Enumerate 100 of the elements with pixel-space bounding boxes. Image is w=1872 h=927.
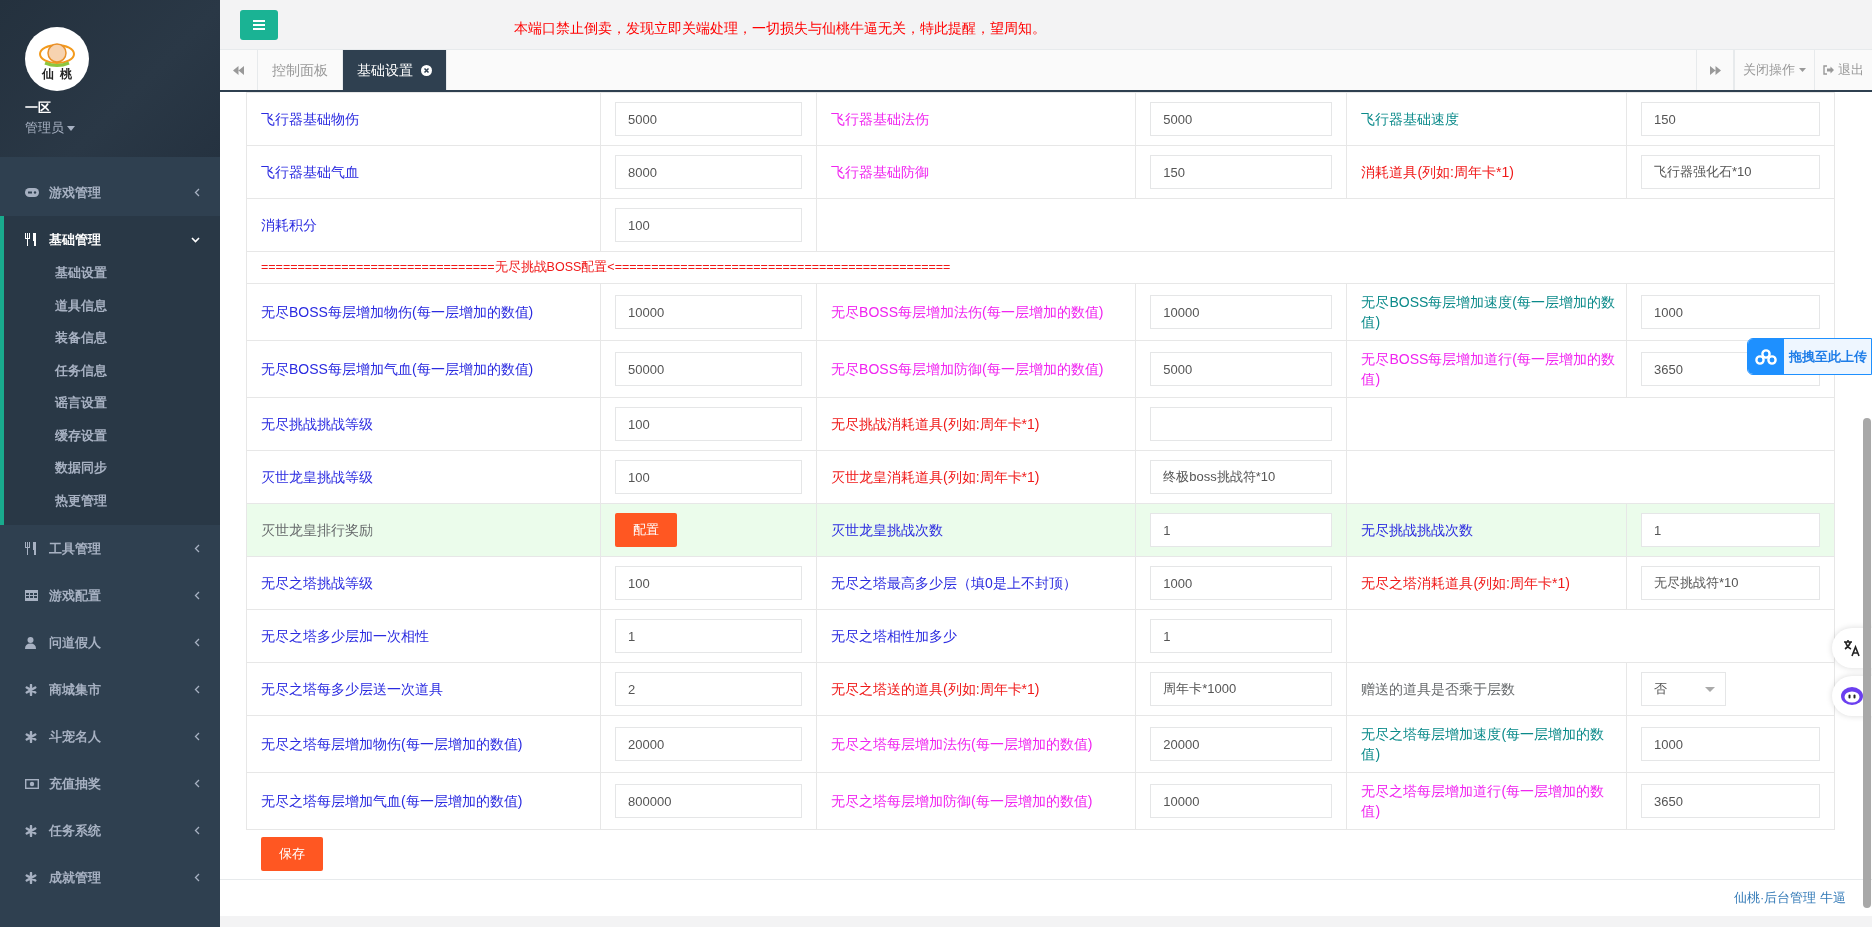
input-field[interactable]: 1 [1640,513,1820,547]
grid-icon [25,590,38,601]
chevron-left-icon [194,544,200,553]
field-label: 无尽之塔挑战等级 [261,575,373,591]
input-field[interactable]: 3650 [1640,784,1820,818]
input-field[interactable]: 100 [615,208,803,242]
asterisk-icon [25,730,37,743]
chevron-left-icon [194,779,200,788]
input-field[interactable]: 150 [1640,102,1820,136]
field-label: 无尽挑战挑战等级 [261,416,373,432]
caret-icon [67,125,75,131]
field-label: 无尽之塔每层增加速度(每一层增加的数值) [1361,726,1605,762]
input-field[interactable]: 10000 [1150,295,1333,329]
sidebar-item[interactable]: 工具管理 [4,525,220,572]
field-label: 无尽之塔每层增加道行(每一层增加的数值) [1361,783,1605,819]
submenu-item[interactable]: 缓存设置 [4,419,220,452]
field-label: 无尽之塔消耗道具(列如:周年卡*1) [1361,575,1570,591]
input-field[interactable]: 1000 [1640,295,1820,329]
cutlery-icon [25,542,37,555]
menu-button[interactable] [240,9,278,40]
submenu-item[interactable]: 数据同步 [4,452,220,485]
field-label: 无尽之塔相性加多少 [831,628,958,644]
sidebar-item[interactable]: 游戏管理 [4,169,220,216]
footer-text: 仙桃·后台管理 牛逼 [1734,889,1846,907]
input-field[interactable]: 150 [1150,155,1333,189]
field-label: 灭世龙皇挑战次数 [831,522,944,538]
input-field[interactable]: 5000 [1150,102,1333,136]
sidebar-item[interactable]: 充值抽奖 [4,760,220,807]
scrollbar-thumb[interactable] [1863,418,1871,908]
input-field[interactable]: 飞行器强化石*10 [1640,155,1820,189]
sidebar-item[interactable]: 游戏配置 [4,572,220,619]
field-label: 消耗积分 [261,217,317,233]
input-field[interactable]: 无尽挑战符*10 [1640,566,1820,600]
chevron-left-icon [194,873,200,882]
input-field[interactable]: 终极boss挑战符*10 [1150,460,1333,494]
input-field[interactable]: 1000 [1150,566,1333,600]
field-label: 灭世龙皇挑战等级 [261,469,373,485]
field-label: 无尽之塔每层增加物伤(每一层增加的数值) [261,736,523,752]
field-label: 无尽之塔多少层加一次相性 [261,628,429,644]
double-right-icon [1709,65,1721,75]
field-label: 无尽BOSS每层增加气血(每一层增加的数值) [261,361,534,377]
input-field[interactable]: 5000 [1150,352,1333,386]
field-label: 飞行器基础法伤 [831,111,930,127]
input-field[interactable]: 20000 [1150,727,1333,761]
field-label: 无尽之塔送的道具(列如:周年卡*1) [831,681,1040,697]
drag-upload-overlay[interactable]: 拖拽至此上传 [1747,338,1872,375]
user-icon [25,636,36,649]
input-field[interactable]: 20000 [615,727,803,761]
input-field[interactable]: 1 [615,619,803,653]
field-label: 消耗道具(列如:周年卡*1) [1361,164,1514,180]
sidebar-item[interactable]: 斗宠名人 [4,713,220,760]
sidebar-item[interactable]: 问道假人 [4,619,220,666]
sidebar-item[interactable]: 任务系统 [4,807,220,854]
submenu-item[interactable]: 道具信息 [4,289,220,322]
input-field[interactable]: 10000 [615,295,803,329]
input-field[interactable]: 1000 [1640,727,1820,761]
input-field[interactable]: 800000 [615,784,803,818]
field-label: 无尽BOSS每层增加道行(每一层增加的数值) [1361,351,1616,387]
field-label: 飞行器基础防御 [831,164,930,180]
submenu-item[interactable]: 装备信息 [4,322,220,355]
input-field[interactable]: 100 [615,566,803,600]
field-label: 灭世龙皇消耗道具(列如:周年卡*1) [831,469,1040,485]
field-label: 无尽之塔每层增加气血(每一层增加的数值) [261,793,523,809]
field-label: 无尽挑战消耗道具(列如:周年卡*1) [831,416,1040,432]
input-field[interactable]: 8000 [615,155,803,189]
input-field[interactable]: 2 [615,672,803,706]
input-field[interactable] [1150,407,1333,441]
asterisk-icon [25,824,37,837]
role-dropdown[interactable]: 管理员 [25,119,75,137]
tab[interactable]: 基础设置 [343,50,447,90]
logo-text: 仙桃 [42,67,78,81]
chevron-left-icon [194,638,200,647]
field-label: 赠送的道具是否乘于层数 [1361,681,1516,697]
translate-icon [1843,639,1861,657]
sidebar-item[interactable]: 商城集市 [4,666,220,713]
chevron-left-icon [194,188,200,197]
select-dropdown[interactable]: 否 [1640,672,1726,706]
input-field[interactable]: 100 [615,460,803,494]
asterisk-icon [25,871,37,884]
cutlery-icon [25,233,37,246]
input-field[interactable]: 周年卡*1000 [1150,672,1333,706]
chevron-left-icon [194,732,200,741]
caret-icon [1799,68,1806,72]
submenu-item[interactable]: 谣言设置 [4,387,220,420]
sidebar-item[interactable]: 成就管理 [4,854,220,901]
scroll-right-button[interactable] [1696,50,1734,90]
asterisk-icon [25,683,37,696]
input-field[interactable]: 5000 [615,102,803,136]
sign-out-icon [1823,65,1834,75]
input-field[interactable]: 1 [1150,513,1333,547]
field-label: 灭世龙皇排行奖励 [261,522,373,538]
field-label: 飞行器基础速度 [1361,111,1460,127]
submenu-item[interactable]: 热更管理 [4,484,220,517]
input-field[interactable]: 10000 [1150,784,1333,818]
submenu-item[interactable]: 任务信息 [4,354,220,387]
input-field[interactable]: 1 [1150,619,1333,653]
input-field[interactable]: 50000 [615,352,803,386]
input-field[interactable]: 100 [615,407,803,441]
notice-text: 本端口禁止倒卖，发现立即关端处理，一切损失与仙桃牛逼无关，特此提醒，望周知。 [514,19,1046,38]
field-label: 飞行器基础气血 [261,164,359,180]
